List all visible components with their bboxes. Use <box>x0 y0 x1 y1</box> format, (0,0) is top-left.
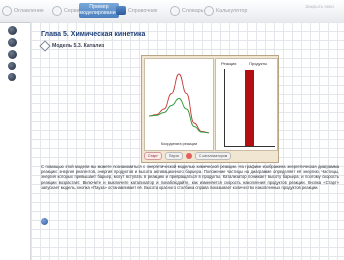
help-icon[interactable] <box>8 73 16 81</box>
nav-calculator-label: Калькулятор <box>216 7 248 14</box>
nav-calculator[interactable]: Калькулятор <box>204 3 247 18</box>
catalyst-mode-label[interactable]: С катализатором <box>194 151 232 160</box>
energy-curve-1 <box>148 73 210 134</box>
nav-handbook[interactable]: Справочник <box>116 3 158 18</box>
energy-curve-2 <box>148 98 210 134</box>
chapter-title: Глава 5. Химическая кинетика <box>41 31 146 38</box>
back-icon[interactable] <box>8 38 17 47</box>
nav-example-label: Пример моделирования <box>79 4 119 16</box>
start-button[interactable]: Старт <box>144 151 162 160</box>
nav-dictionary-label: Словарь <box>182 7 204 14</box>
nav-handbook-label: Справочник <box>128 7 158 14</box>
simulation-controls: Старт Пауза С катализатором <box>144 151 276 160</box>
contents-icon <box>2 5 12 16</box>
model-heading: Модель 5.3. Катализ <box>39 40 105 52</box>
model-icon <box>39 40 51 52</box>
forward-icon[interactable] <box>8 50 17 59</box>
dictionary-icon <box>170 5 180 16</box>
meter-left-label: Реакция <box>221 61 237 66</box>
meter-right-label: Продукты <box>249 61 268 66</box>
pause-button[interactable]: Пауза <box>164 151 183 160</box>
nav-contents[interactable]: Оглавление <box>2 3 44 18</box>
simulation-panel[interactable]: Координата реакции Реакция Продукты Стар… <box>141 55 279 163</box>
service-icon <box>52 5 62 16</box>
product-meter: Реакция Продукты <box>215 58 278 151</box>
energy-diagram-svg: Координата реакции <box>148 73 210 146</box>
model-title: Модель 5.3. Катализ <box>52 43 105 49</box>
home-icon[interactable] <box>8 26 17 35</box>
top-navigation: Оглавление Сервис Пример моделирования С… <box>0 0 344 23</box>
catalyst-toggle-icon[interactable] <box>185 152 192 159</box>
close-window-button[interactable]: Закрыть окно <box>305 4 334 9</box>
description-text: С помощью этой модели вы можете познаком… <box>41 164 339 190</box>
info-icon[interactable] <box>41 218 48 225</box>
nav-contents-label: Оглавление <box>14 7 44 14</box>
left-toolbar <box>8 26 18 84</box>
calculator-icon <box>204 5 214 16</box>
nav-service[interactable]: Сервис <box>52 3 82 18</box>
nav-example-modeling[interactable]: Пример моделирования <box>79 3 119 18</box>
handbook-icon <box>116 6 126 15</box>
nav-dictionary[interactable]: Словарь <box>170 3 204 18</box>
x-axis-label: Координата реакции <box>161 142 197 146</box>
product-bar <box>245 70 254 146</box>
energy-diagram: Координата реакции <box>144 58 214 151</box>
meter-axis <box>224 69 225 147</box>
content-page: Глава 5. Химическая кинетика Модель 5.3.… <box>30 22 344 260</box>
print-icon[interactable] <box>8 62 16 70</box>
meter-baseline <box>225 146 275 147</box>
